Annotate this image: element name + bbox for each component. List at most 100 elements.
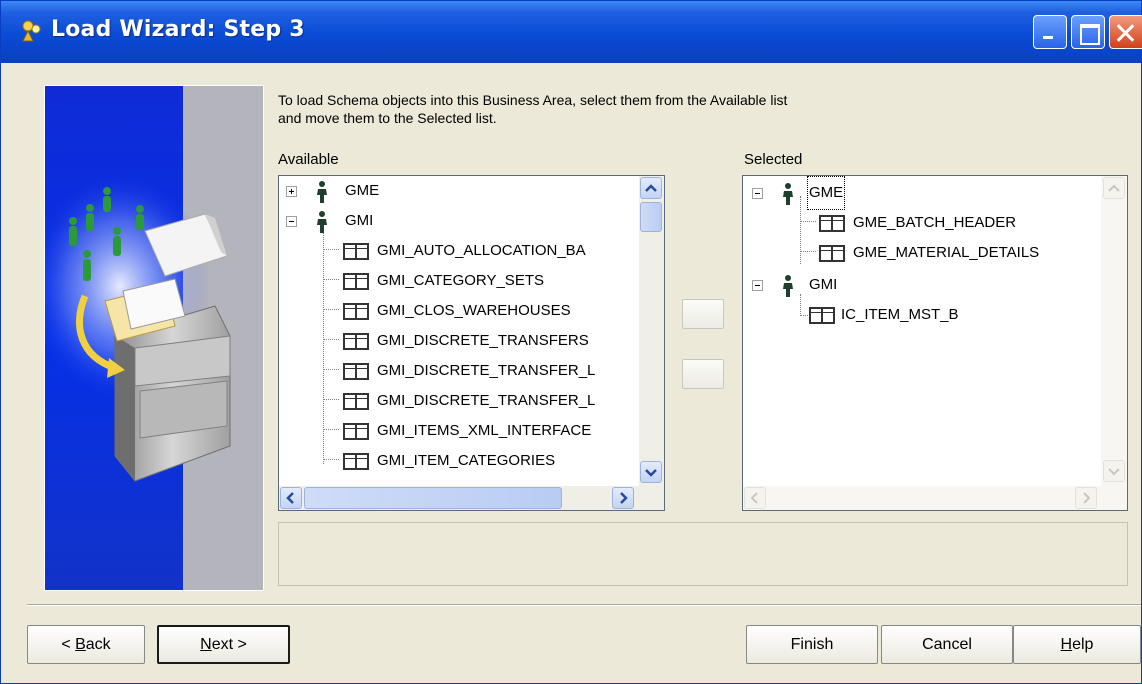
back-mnemonic: B [75, 636, 86, 653]
chevron-up-icon [1108, 184, 1120, 192]
next-rest: ext [211, 636, 234, 653]
schema-owner-icon [317, 181, 327, 203]
tree-node-schema[interactable]: GME [743, 176, 1093, 210]
finish-button[interactable]: Finish [746, 625, 878, 664]
tree-node-label: GMI_DISCRETE_TRANSFER_L [377, 392, 596, 409]
tree-node-label: GME_BATCH_HEADER [853, 214, 1017, 231]
scroll-down-button[interactable] [640, 461, 662, 483]
scroll-thumb[interactable] [640, 202, 662, 232]
back-rest: ack [85, 636, 111, 653]
table-icon [343, 363, 369, 380]
tree-node-label: GMI_DISCRETE_TRANSFER_L [377, 362, 596, 379]
tree-node-label: GME [345, 182, 380, 199]
scroll-left-button[interactable] [744, 487, 766, 509]
wizard-icon [22, 20, 41, 42]
tree-node-label: GMI_ITEMS_XML_INTERFACE [377, 422, 592, 439]
tree-node-label: GME [806, 176, 846, 210]
table-icon [819, 215, 845, 232]
available-label: Available [278, 151, 339, 168]
scroll-down-button[interactable] [1103, 460, 1125, 482]
collapse-icon[interactable] [752, 188, 763, 199]
instructions-line-1: To load Schema objects into this Busines… [278, 92, 788, 108]
chevron-left-icon [286, 492, 294, 504]
tree-node-label: GMI [345, 212, 374, 229]
schema-owner-icon [783, 183, 793, 205]
scroll-thumb[interactable] [304, 487, 562, 509]
selected-horizontal-scrollbar[interactable] [743, 486, 1127, 510]
window-title: Load Wizard: Step 3 [51, 17, 305, 42]
cancel-button[interactable]: Cancel [881, 625, 1013, 664]
scroll-up-button[interactable] [1103, 177, 1125, 199]
chevron-up-icon [645, 184, 657, 192]
collapse-icon[interactable] [752, 280, 763, 291]
tree-node-table[interactable]: IC_ITEM_MST_B [743, 300, 1093, 330]
minimize-button[interactable] [1033, 15, 1067, 49]
footer-separator [27, 604, 1141, 606]
tree-node-table[interactable]: GMI_CLOS_WAREHOUSES [279, 296, 639, 326]
tree-node-table[interactable]: GMI_DISCRETE_TRANSFER_L [279, 386, 639, 416]
tree-node-schema[interactable]: GME [279, 176, 639, 206]
next-button[interactable]: Next > [157, 625, 290, 664]
table-icon [343, 303, 369, 320]
schema-owner-icon [783, 275, 793, 297]
table-icon [343, 273, 369, 290]
scroll-right-button[interactable] [1075, 487, 1097, 509]
available-vertical-scrollbar[interactable] [639, 176, 664, 486]
table-icon [819, 245, 845, 262]
collapse-icon[interactable] [286, 216, 297, 227]
tree-node-schema[interactable]: GMI [279, 206, 639, 236]
tree-node-label: GMI_CATEGORY_SETS [377, 272, 544, 289]
title-bar[interactable]: Load Wizard: Step 3 [1, 1, 1142, 63]
instructions-line-2: and move them to the Selected list. [278, 110, 497, 126]
instructions: To load Schema objects into this Busines… [278, 91, 998, 127]
tree-node-label: GME_MATERIAL_DETAILS [853, 244, 1040, 261]
tree-node-label: IC_ITEM_MST_B [841, 306, 959, 323]
selected-label: Selected [744, 151, 803, 168]
back-button[interactable]: < Back [27, 625, 145, 664]
tree-node-table[interactable]: GMI_ITEMS_XML_INTERFACE [279, 416, 639, 446]
next-mnemonic: N [200, 636, 212, 653]
maximize-button[interactable] [1071, 15, 1105, 49]
tree-node-table[interactable]: GME_BATCH_HEADER [743, 208, 1093, 238]
close-button[interactable] [1109, 15, 1142, 49]
help-mnemonic: H [1060, 636, 1073, 653]
chevron-right-icon [620, 492, 628, 504]
tree-node-table[interactable]: GMI_AUTO_ALLOCATION_BA [279, 236, 639, 266]
expand-icon[interactable] [286, 186, 297, 197]
load-wizard-window: Load Wizard: Step 3 To load Schema objec… [0, 0, 1142, 684]
chevron-right-icon [1083, 492, 1091, 504]
table-icon [343, 453, 369, 470]
tree-node-label: GMI_CLOS_WAREHOUSES [377, 302, 571, 319]
available-horizontal-scrollbar[interactable] [279, 486, 664, 510]
tree-node-table[interactable]: GMI_DISCRETE_TRANSFERS [279, 326, 639, 356]
selected-tree[interactable]: GME GME_BATCH_HEADER GME_MATERIAL_DETAIL… [742, 175, 1128, 511]
table-icon [809, 307, 835, 324]
wizard-illustration [44, 85, 264, 591]
available-tree[interactable]: GME GMI GMI_AUTO_ALLOCATION_BA GMI_CATEG… [278, 175, 665, 511]
add-to-selected-button[interactable] [682, 299, 724, 329]
remove-from-selected-button[interactable] [682, 359, 724, 389]
tree-node-table[interactable]: GME_MATERIAL_DETAILS [743, 238, 1093, 268]
tree-node-schema[interactable]: GMI [743, 270, 1093, 300]
tree-node-table[interactable]: GMI_ITEM_CATEGORIES [279, 446, 639, 476]
back-prefix: < [61, 636, 76, 653]
table-icon [343, 393, 369, 410]
next-suffix: > [233, 636, 247, 653]
schema-owner-icon [317, 211, 327, 233]
table-icon [343, 243, 369, 260]
tree-node-table[interactable]: GMI_DISCRETE_TRANSFER_L [279, 356, 639, 386]
chevron-down-icon [645, 469, 657, 477]
scroll-right-button[interactable] [612, 487, 634, 509]
table-icon [343, 333, 369, 350]
chevron-left-icon [750, 492, 758, 504]
tree-node-table[interactable]: GMI_CATEGORY_SETS [279, 266, 639, 296]
help-button[interactable]: Help [1013, 625, 1141, 664]
help-rest: elp [1072, 636, 1094, 653]
selected-vertical-scrollbar[interactable] [1101, 176, 1127, 486]
scroll-up-button[interactable] [640, 177, 662, 199]
message-area [278, 522, 1128, 586]
tree-node-label: GMI [809, 276, 838, 293]
tree-node-label: GMI_ITEM_CATEGORIES [377, 452, 556, 469]
table-icon [343, 423, 369, 440]
scroll-left-button[interactable] [280, 487, 302, 509]
